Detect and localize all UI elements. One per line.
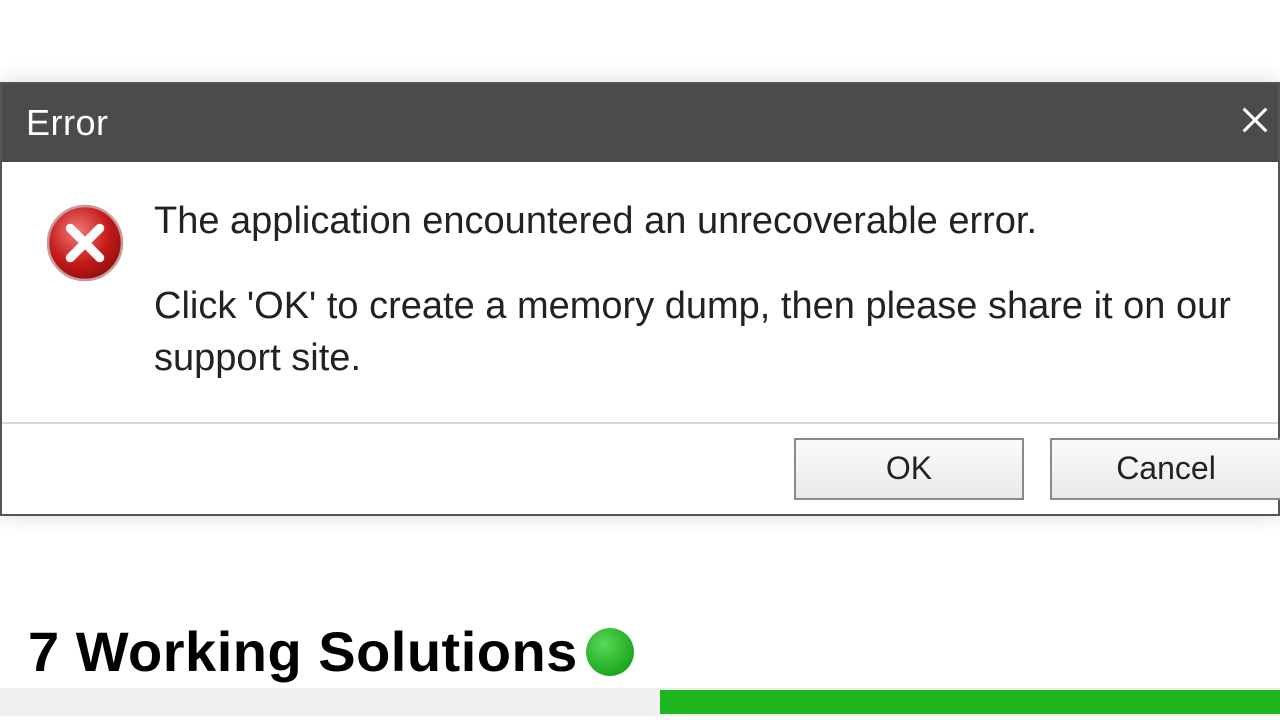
cancel-button-label: Cancel: [1116, 450, 1216, 487]
cancel-button[interactable]: Cancel: [1050, 438, 1280, 500]
message-line-1: The application encountered an unrecover…: [154, 196, 1248, 247]
close-icon: [1238, 98, 1272, 148]
message-line-2: Click 'OK' to create a memory dump, then…: [154, 281, 1248, 384]
dialog-icon-column: [44, 196, 154, 402]
screenshot-frame: Error: [0, 0, 1280, 720]
green-dot-icon: [586, 628, 634, 676]
error-icon: [44, 271, 126, 288]
dialog-body: The application encountered an unrecover…: [2, 162, 1278, 422]
overlay-caption-text: 7 Working Solutions: [28, 619, 578, 684]
dialog-button-row: OK Cancel: [2, 422, 1278, 514]
ok-button-label: OK: [886, 450, 932, 487]
progress-fill: [660, 690, 1280, 714]
close-button[interactable]: [1218, 84, 1278, 162]
dialog-titlebar: Error: [2, 84, 1278, 162]
overlay-caption: 7 Working Solutions: [28, 619, 634, 684]
dialog-title: Error: [26, 102, 109, 144]
error-dialog: Error: [0, 82, 1280, 516]
ok-button[interactable]: OK: [794, 438, 1024, 500]
dialog-message: The application encountered an unrecover…: [154, 196, 1248, 402]
